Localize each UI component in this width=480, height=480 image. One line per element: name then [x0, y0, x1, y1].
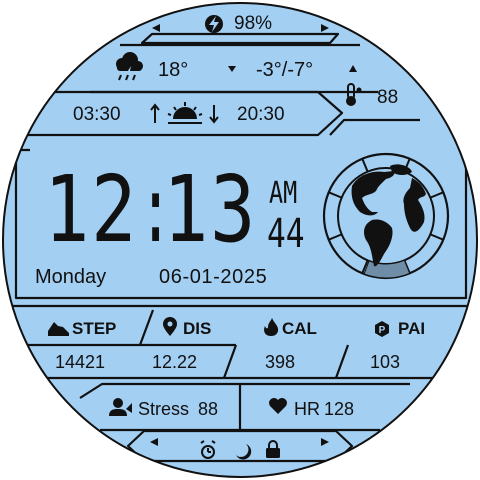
clock-ampm: AM	[269, 176, 298, 211]
globe-complication[interactable]	[324, 154, 448, 278]
weekday: Monday	[35, 266, 107, 288]
uv-value: 88	[377, 87, 399, 108]
weather-complication[interactable]	[100, 48, 370, 90]
heart-rate-complication[interactable]	[242, 386, 392, 428]
clock-minutes: 13	[163, 156, 258, 263]
sun-complication[interactable]	[30, 94, 320, 134]
alarm-button[interactable]	[196, 436, 220, 460]
clock-seconds: 44	[267, 211, 305, 257]
calories-complication[interactable]	[240, 308, 340, 376]
distance-complication[interactable]	[145, 308, 235, 376]
lock-button[interactable]	[262, 436, 284, 460]
pai-complication[interactable]	[350, 308, 450, 376]
battery-complication[interactable]	[152, 10, 332, 44]
clock-hours: 12	[44, 156, 139, 263]
moon-button[interactable]	[230, 436, 252, 460]
date: 06-01-2025	[159, 266, 268, 288]
steps-complication[interactable]	[30, 308, 140, 376]
stress-complication[interactable]	[100, 386, 238, 428]
